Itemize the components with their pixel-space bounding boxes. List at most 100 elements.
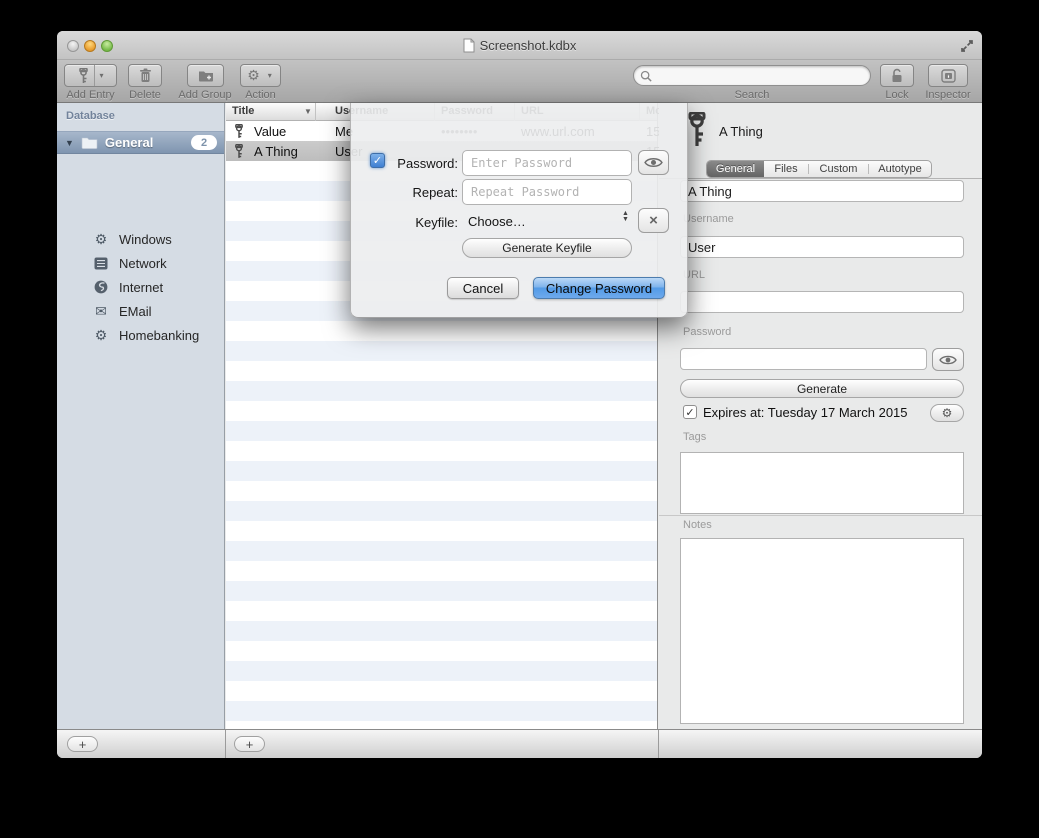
cancel-button[interactable]: Cancel [447, 277, 519, 299]
sidebar: Database ▼ General 2 ⚙ Windows Network [57, 103, 225, 729]
username-field[interactable] [680, 236, 964, 258]
lock-button[interactable] [880, 64, 914, 87]
expires-label: Expires at: Tuesday 17 March 2015 [703, 405, 908, 420]
action-dropdown[interactable]: ▾ [263, 65, 277, 86]
inspector-divider [659, 178, 982, 179]
dialog-repeat-label: Repeat: [370, 185, 458, 200]
inspector-divider [659, 515, 982, 516]
sidebar-item-label: Homebanking [119, 328, 199, 343]
toolbar: ▾ Add Entry Delete Add Group ⚙ ▾ Action [57, 60, 982, 103]
key-icon [234, 124, 244, 139]
eye-icon [939, 354, 957, 366]
change-password-button[interactable]: Change Password [533, 277, 665, 299]
tab-files[interactable]: Files [764, 161, 808, 177]
tab-custom[interactable]: Custom [809, 161, 868, 177]
add-entry-plus-button[interactable]: + [234, 736, 265, 752]
sidebar-group-label: General [105, 135, 153, 150]
gear-icon: ⚙ [93, 232, 109, 246]
username-label: Username [683, 213, 734, 225]
inspector-button[interactable] [928, 64, 968, 87]
generate-keyfile-button[interactable]: Generate Keyfile [462, 238, 632, 258]
sidebar-item-network[interactable]: Network [57, 251, 224, 275]
expires-checkbox[interactable]: ✓ [683, 405, 697, 419]
action-label: Action [240, 89, 281, 101]
inspector-panel: A Thing General Files Custom Autotype Us… [659, 103, 982, 729]
search-icon [640, 70, 652, 82]
expires-options-button[interactable]: ⚙ [930, 404, 964, 422]
sidebar-item-homebanking[interactable]: ⚙ Homebanking [57, 323, 224, 347]
password-label: Password [683, 326, 731, 338]
password-field[interactable] [680, 348, 927, 370]
sidebar-item-internet[interactable]: Internet [57, 275, 224, 299]
trash-icon [139, 68, 152, 83]
tab-autotype[interactable]: Autotype [869, 161, 931, 177]
tags-label: Tags [683, 431, 706, 443]
window-title-wrap: Screenshot.kdbx [57, 31, 982, 60]
info-icon [941, 69, 956, 83]
delete-label: Delete [120, 89, 170, 101]
dialog-repeat-input[interactable] [462, 179, 632, 205]
sidebar-group-general[interactable]: ▼ General 2 [57, 131, 224, 154]
dialog-show-password-button[interactable] [638, 150, 669, 175]
action-button[interactable]: ⚙ ▾ [240, 64, 281, 87]
window-title: Screenshot.kdbx [480, 38, 577, 53]
disclosure-triangle-icon[interactable]: ▼ [65, 138, 74, 148]
dialog-keyfile-label: Keyfile: [370, 215, 458, 230]
tab-general[interactable]: General [707, 161, 764, 177]
add-group-plus-button[interactable]: + [67, 736, 98, 752]
delete-button[interactable] [128, 64, 162, 87]
search-field[interactable] [633, 65, 871, 86]
sidebar-item-label: Internet [119, 280, 163, 295]
pane-divider [658, 730, 659, 758]
tags-field[interactable] [680, 452, 964, 514]
server-icon [93, 257, 109, 270]
show-password-button[interactable] [932, 348, 964, 371]
cell-title: A Thing [254, 144, 298, 159]
inspector-entry-title: A Thing [719, 124, 763, 139]
notes-field[interactable] [680, 538, 964, 724]
sidebar-item-label: Network [119, 256, 167, 271]
add-group-button[interactable] [187, 64, 224, 87]
key-icon [234, 144, 244, 159]
sidebar-item-windows[interactable]: ⚙ Windows [57, 227, 224, 251]
add-entry-label: Add Entry [64, 89, 117, 101]
clear-keyfile-button[interactable]: × [638, 208, 669, 233]
sidebar-item-label: EMail [119, 304, 152, 319]
cell-title: Value [254, 124, 286, 139]
key-icon [686, 112, 708, 148]
change-password-dialog: ✓ Password: Repeat: Keyfile: Choose… ▲▼ … [350, 103, 688, 318]
pane-divider [225, 730, 226, 758]
keyfile-popup-button[interactable]: Choose… [468, 214, 526, 229]
inspector-tabs: General Files Custom Autotype [706, 160, 932, 178]
generate-password-button[interactable]: Generate [680, 379, 964, 398]
envelope-icon: ✉ [93, 304, 109, 318]
title-field[interactable] [680, 180, 964, 202]
gear-icon: ⚙ [247, 67, 260, 84]
sidebar-item-label: Windows [119, 232, 172, 247]
sidebar-item-email[interactable]: ✉ EMail [57, 299, 224, 323]
document-icon [463, 38, 475, 53]
key-icon [78, 68, 89, 84]
dialog-password-input[interactable] [462, 150, 632, 176]
globe-icon [93, 280, 109, 294]
url-field[interactable] [680, 291, 964, 313]
popup-stepper-icon[interactable]: ▲▼ [622, 211, 629, 223]
folder-plus-icon [198, 69, 214, 82]
lock-label: Lock [872, 89, 922, 101]
fullscreen-icon[interactable] [959, 38, 975, 54]
app-window: Screenshot.kdbx ▾ Add Entry Delete [57, 31, 982, 758]
folder-icon [81, 136, 98, 149]
add-entry-button[interactable]: ▾ [64, 64, 117, 87]
inspector-label: Inspector [923, 89, 973, 101]
gear-icon: ⚙ [942, 406, 953, 420]
sidebar-section-header: Database [66, 110, 115, 122]
column-header-title[interactable]: Title [232, 105, 254, 117]
search-label: Search [727, 89, 777, 101]
entry-count-badge: 2 [191, 135, 217, 150]
eye-icon [644, 156, 663, 169]
search-input[interactable] [652, 69, 852, 83]
add-group-label: Add Group [173, 89, 237, 101]
title-bar: Screenshot.kdbx [57, 31, 982, 60]
column-divider[interactable] [315, 103, 316, 121]
add-entry-dropdown[interactable]: ▾ [94, 65, 108, 86]
